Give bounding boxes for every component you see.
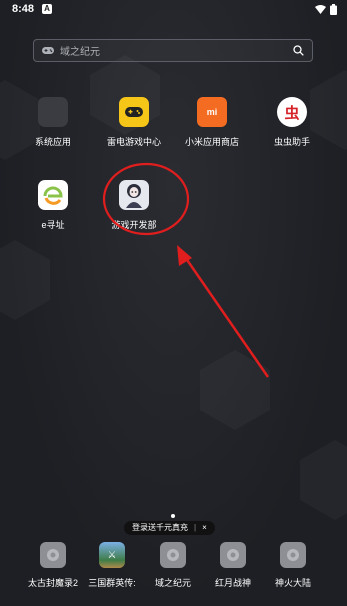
placeholder-app-icon: [160, 542, 186, 568]
highlight-circle: [102, 162, 190, 236]
dock-app-label: 神火大陆: [274, 578, 311, 588]
toast-text: 登录送千元真充: [132, 523, 188, 532]
dock-app-label: 红月战神: [214, 578, 251, 588]
close-icon[interactable]: ×: [202, 521, 207, 535]
sanguo-icon: ⚔: [99, 542, 125, 568]
dock-app-label: 太古封魔录2: [27, 578, 78, 588]
placeholder-app-icon: [220, 542, 246, 568]
dock-app-label: 三国群英传:: [88, 578, 136, 588]
placeholder-app-icon: [280, 542, 306, 568]
page-indicator: [171, 514, 175, 518]
dock-app-taigu[interactable]: 太古封魔录2: [20, 542, 86, 589]
arrow-shaft: [181, 253, 270, 378]
dock-app-shenhuo[interactable]: 神火大陆: [260, 542, 326, 589]
promo-toast[interactable]: 登录送千元真充 | ×: [124, 521, 215, 535]
dock-app-hongyue[interactable]: 红月战神: [200, 542, 266, 589]
toast-separator: |: [194, 523, 197, 532]
dock-app-yuzhijiyuan[interactable]: 域之纪元: [140, 542, 206, 589]
dock-app-sanguo[interactable]: ⚔ 三国群英传:: [79, 542, 145, 589]
dock-app-label: 域之纪元: [154, 578, 191, 588]
placeholder-app-icon: [40, 542, 66, 568]
